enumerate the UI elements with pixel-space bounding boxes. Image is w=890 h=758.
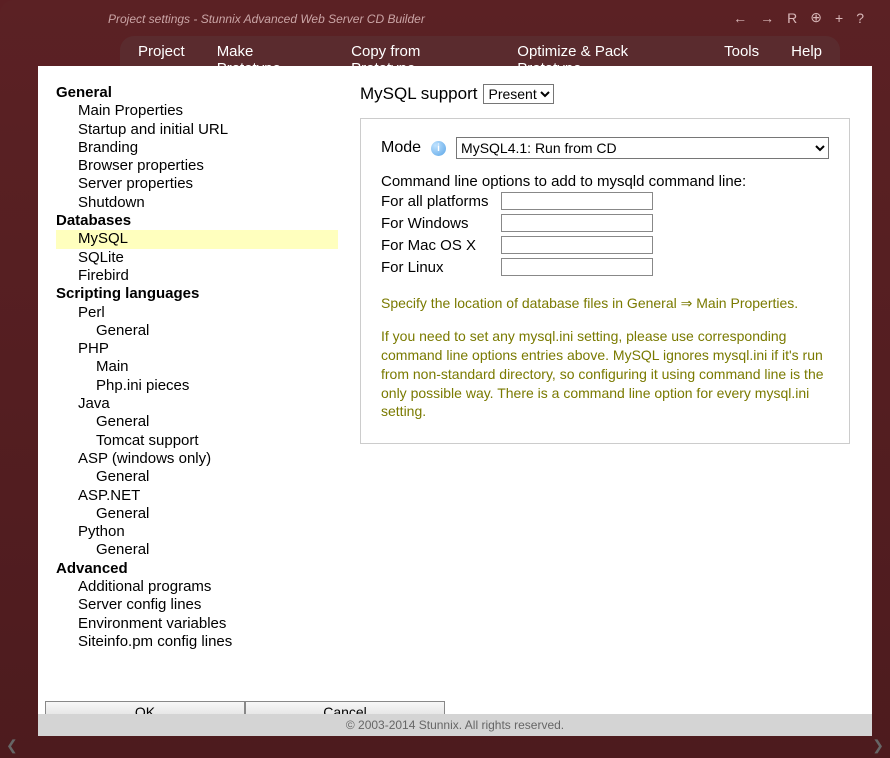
app-window: Project settings - Stunnix Advanced Web … [0, 0, 890, 758]
form-panel: Mode i MySQL4.1: Run from CD Command lin… [360, 118, 850, 444]
main-header-title: MySQL support [360, 84, 477, 104]
add-icon[interactable]: + [835, 10, 843, 26]
sidebar-section[interactable]: General [56, 84, 338, 102]
main-panel: MySQL support Present Mode i MySQL4.1: R… [338, 66, 872, 736]
sidebar-item[interactable]: Main Properties [56, 102, 338, 120]
input-windows[interactable] [501, 214, 653, 232]
sidebar-item[interactable]: Firebird [56, 267, 338, 285]
input-all-platforms[interactable] [501, 192, 653, 210]
sidebar-item[interactable]: Environment variables [56, 615, 338, 633]
scroll-left-icon[interactable]: ❮ [6, 737, 18, 754]
sidebar-item[interactable]: Shutdown [56, 194, 338, 212]
mode-label: Mode [381, 139, 421, 157]
sidebar-item[interactable]: General [56, 505, 338, 523]
sidebar-item[interactable]: General [56, 468, 338, 486]
help-text-1: Specify the location of database files i… [381, 294, 829, 313]
sidebar-item[interactable]: Startup and initial URL [56, 121, 338, 139]
sidebar-item[interactable]: Browser properties [56, 157, 338, 175]
titlebar: Project settings - Stunnix Advanced Web … [0, 0, 890, 32]
row-macosx: For Mac OS X [381, 236, 829, 254]
sidebar-tree: GeneralMain PropertiesStartup and initia… [38, 66, 338, 736]
sidebar-item[interactable]: Additional programs [56, 578, 338, 596]
sidebar-item[interactable]: Server properties [56, 175, 338, 193]
help-icon[interactable]: ? [856, 10, 864, 26]
sidebar-item[interactable]: Java [56, 395, 338, 413]
sidebar-section[interactable]: Databases [56, 212, 338, 230]
scroll-arrows: ❮ ❯ [6, 737, 884, 754]
label-windows: For Windows [381, 215, 501, 232]
main-header: MySQL support Present [360, 84, 850, 104]
sidebar-item[interactable]: SQLite [56, 249, 338, 267]
sidebar-item[interactable]: Tomcat support [56, 432, 338, 450]
sidebar-item[interactable]: General [56, 413, 338, 431]
sidebar-item[interactable]: Siteinfo.pm config lines [56, 633, 338, 651]
sidebar-item[interactable]: Main [56, 358, 338, 376]
label-macosx: For Mac OS X [381, 237, 501, 254]
mysql-support-select[interactable]: Present [483, 84, 554, 104]
help-text-2: If you need to set any mysql.ini setting… [381, 327, 829, 421]
sidebar-item[interactable]: MySQL [56, 230, 338, 248]
sidebar-item[interactable]: General [56, 322, 338, 340]
titlebar-icons: ← → R ⊕ + ? [733, 9, 864, 26]
back-icon[interactable]: ← [733, 10, 747, 26]
sidebar-item[interactable]: General [56, 541, 338, 559]
target-icon[interactable]: ⊕ [810, 9, 822, 26]
input-linux[interactable] [501, 258, 653, 276]
row-windows: For Windows [381, 214, 829, 232]
sidebar-item[interactable]: Branding [56, 139, 338, 157]
reload-icon[interactable]: R [787, 10, 797, 26]
row-all-platforms: For all platforms [381, 192, 829, 210]
sidebar-section[interactable]: Scripting languages [56, 285, 338, 303]
scroll-right-icon[interactable]: ❯ [872, 737, 884, 754]
sidebar-section[interactable]: Advanced [56, 560, 338, 578]
label-linux: For Linux [381, 259, 501, 276]
footer: © 2003-2014 Stunnix. All rights reserved… [38, 714, 872, 736]
sidebar-item[interactable]: Php.ini pieces [56, 377, 338, 395]
window-title: Project settings - Stunnix Advanced Web … [108, 12, 425, 26]
sidebar-item[interactable]: Python [56, 523, 338, 541]
sidebar-item[interactable]: ASP (windows only) [56, 450, 338, 468]
forward-icon[interactable]: → [760, 10, 774, 26]
cmd-caption: Command line options to add to mysqld co… [381, 173, 829, 190]
mode-row: Mode i MySQL4.1: Run from CD [381, 137, 829, 159]
mode-select[interactable]: MySQL4.1: Run from CD [456, 137, 829, 159]
input-macosx[interactable] [501, 236, 653, 254]
label-all-platforms: For all platforms [381, 193, 501, 210]
sidebar-item[interactable]: ASP.NET [56, 487, 338, 505]
content-area: GeneralMain PropertiesStartup and initia… [38, 66, 872, 736]
sidebar-item[interactable]: Server config lines [56, 596, 338, 614]
sidebar-item[interactable]: Perl [56, 304, 338, 322]
info-icon[interactable]: i [431, 141, 446, 156]
row-linux: For Linux [381, 258, 829, 276]
sidebar-item[interactable]: PHP [56, 340, 338, 358]
